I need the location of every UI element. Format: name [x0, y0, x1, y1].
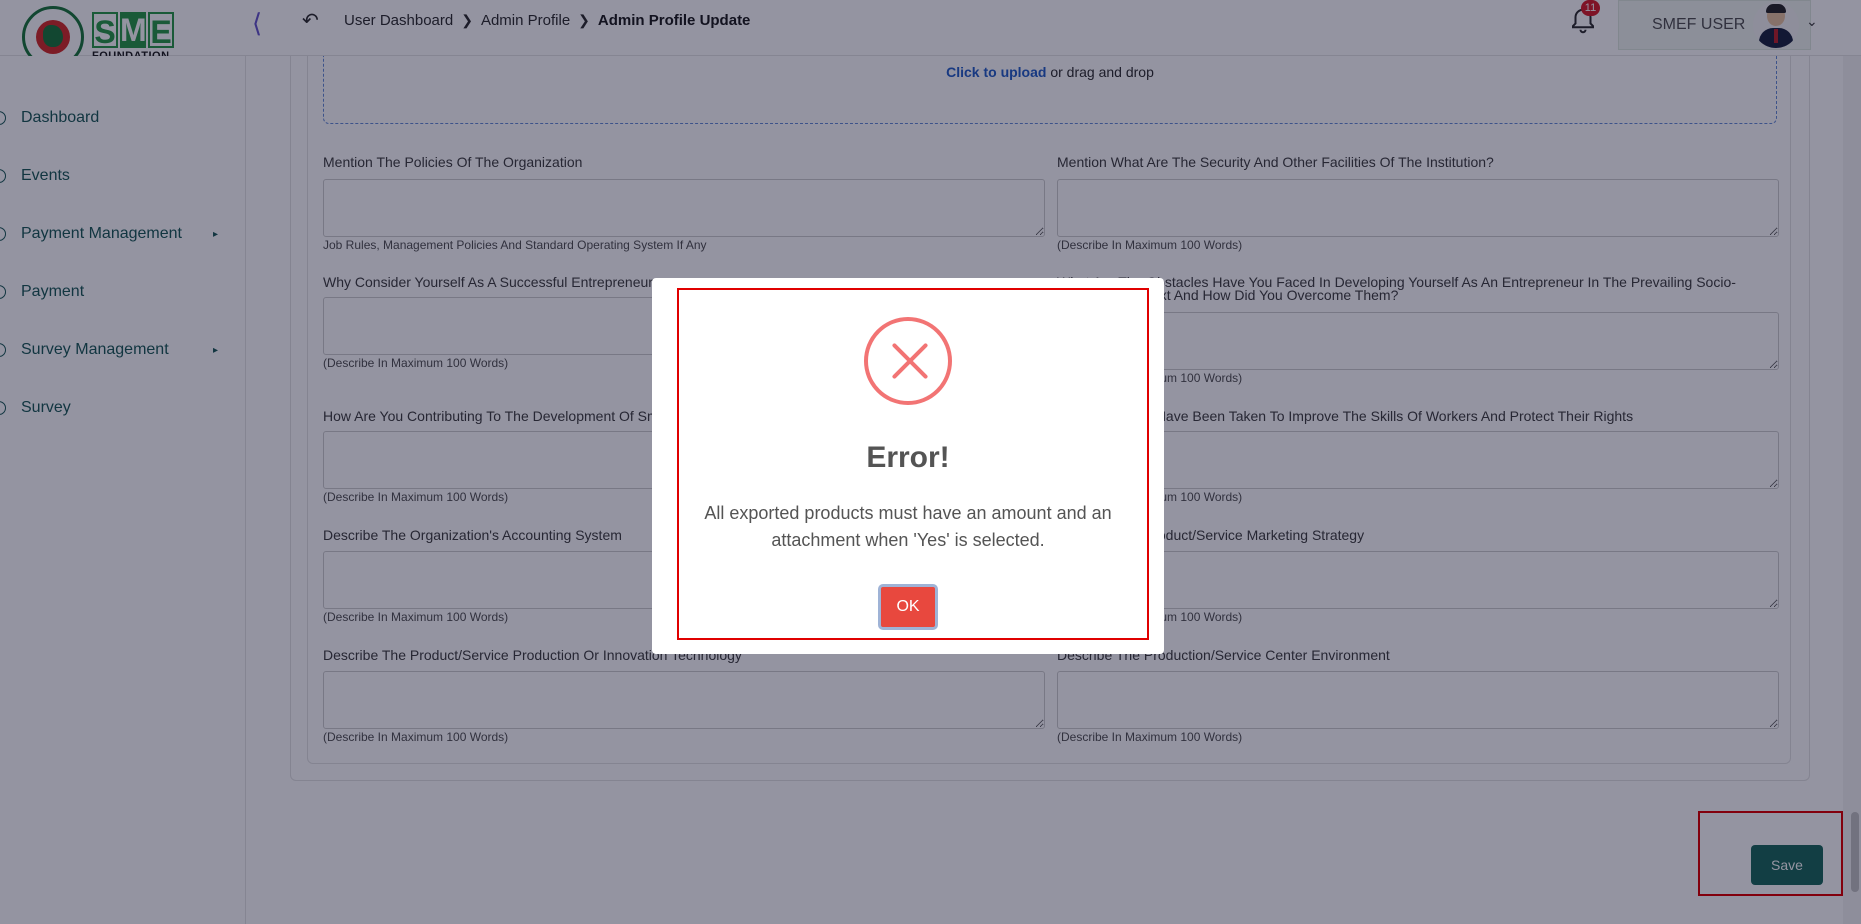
- dialog-title: Error!: [866, 441, 950, 474]
- ok-button[interactable]: OK: [878, 584, 938, 630]
- dialog-message: All exported products must have an amoun…: [704, 503, 1112, 550]
- error-x-icon: [864, 317, 952, 405]
